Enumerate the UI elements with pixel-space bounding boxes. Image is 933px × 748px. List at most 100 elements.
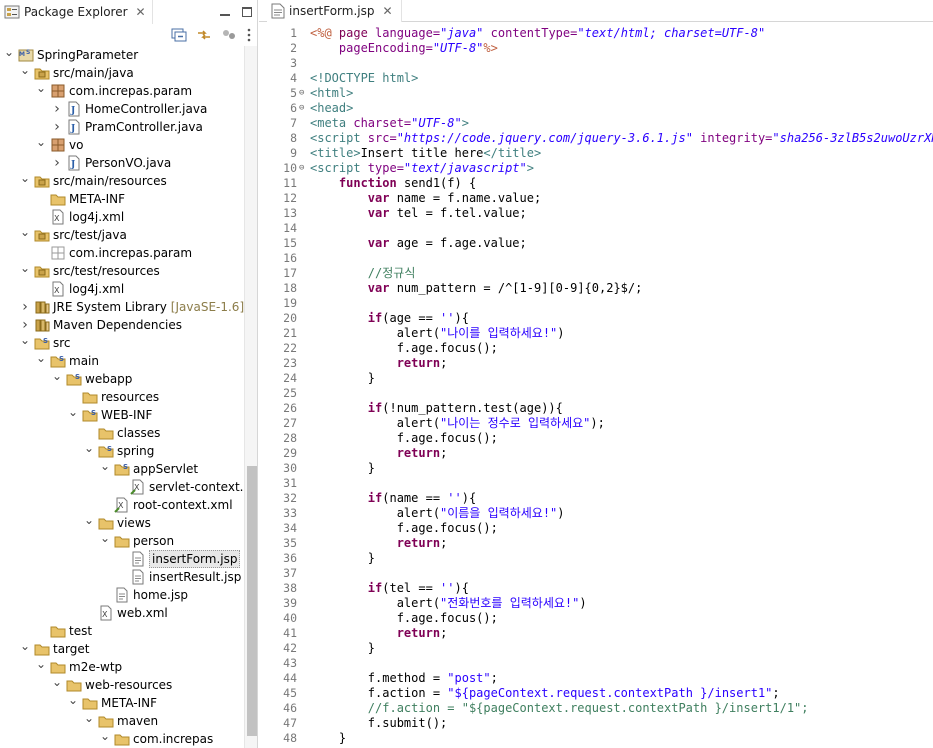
code-line[interactable]: 27 alert("나이는 정수로 입력하세요"); (259, 416, 933, 431)
tree-item[interactable]: ⌄ com.increpas (0, 727, 244, 748)
expanded-chevron-icon[interactable]: ⌄ (84, 439, 94, 457)
tree-item[interactable]: › J HomeController.java (0, 100, 244, 118)
tree-item[interactable]: classes (0, 424, 244, 442)
collapsed-chevron-icon[interactable]: › (20, 298, 30, 316)
tree-item[interactable]: ⌄ M S SpringParameter (0, 43, 244, 64)
code-line[interactable]: 6 ⊖ <head> (259, 101, 933, 116)
code-line[interactable]: 5 ⊖ <html> (259, 86, 933, 101)
code-line[interactable]: 20 if(age == ''){ (259, 311, 933, 326)
collapse-all-icon[interactable] (171, 28, 187, 42)
tree-item[interactable]: Xlog4j.xml (0, 208, 244, 226)
code-line[interactable]: 11 function send1(f) { (259, 176, 933, 191)
collapsed-chevron-icon[interactable]: › (52, 100, 62, 118)
expanded-chevron-icon[interactable]: ⌄ (36, 79, 46, 97)
tree-item[interactable]: insertForm.jsp (0, 550, 244, 568)
code-line[interactable]: 25 (259, 386, 933, 401)
code-line[interactable]: 46 //f.action = "${pageContext.request.c… (259, 701, 933, 716)
code-line[interactable]: 15 var age = f.age.value; (259, 236, 933, 251)
expanded-chevron-icon[interactable]: ⌄ (4, 43, 14, 61)
code-line[interactable]: 16 (259, 251, 933, 266)
code-line[interactable]: 10 ⊖ <script type="text/javascript"> (259, 161, 933, 176)
tree-item[interactable]: Xservlet-context.xml (0, 478, 257, 496)
maximize-icon[interactable] (242, 7, 252, 17)
filter-icon[interactable] (221, 28, 237, 42)
tree-item[interactable]: ⌄ views (0, 511, 244, 532)
code-line[interactable]: 21 alert("나이를 입력하세요!") (259, 326, 933, 341)
expanded-chevron-icon[interactable]: ⌄ (36, 133, 46, 151)
code-line[interactable]: 4 <!DOCTYPE html> (259, 71, 933, 86)
code-line[interactable]: 37 (259, 566, 933, 581)
scrollbar-thumb[interactable] (247, 466, 257, 736)
code-line[interactable]: 47 f.submit(); (259, 716, 933, 731)
tree-item[interactable]: ⌄ META-INF (0, 693, 244, 712)
tree-item[interactable]: ⌄ Sspring (0, 439, 244, 460)
code-line[interactable]: 8 <script src="https://code.jquery.com/jq… (259, 131, 933, 146)
fold-toggle-icon[interactable]: ⊖ (299, 101, 309, 116)
tree-item[interactable]: ⌄ src/test/resources (0, 261, 244, 280)
code-line[interactable]: 41 return; (259, 626, 933, 641)
expanded-chevron-icon[interactable]: ⌄ (36, 655, 46, 673)
code-line[interactable]: 18 var num_pattern = /^[1-9][0-9]{0,2}$/… (259, 281, 933, 296)
collapsed-chevron-icon[interactable]: › (52, 154, 62, 172)
expanded-chevron-icon[interactable]: ⌄ (20, 223, 30, 241)
code-line[interactable]: 19 (259, 296, 933, 311)
code-line[interactable]: 12 var name = f.name.value; (259, 191, 933, 206)
code-line[interactable]: 33 alert("이름을 입력하세요!") (259, 506, 933, 521)
tree-item[interactable]: › JRE System Library [JavaSE-1.6] (0, 298, 244, 316)
expanded-chevron-icon[interactable]: ⌄ (36, 349, 46, 367)
code-line[interactable]: 48 } (259, 731, 933, 746)
expanded-chevron-icon[interactable]: ⌄ (100, 457, 110, 475)
tree-item[interactable]: ⌄ person (0, 531, 244, 550)
expanded-chevron-icon[interactable]: ⌄ (68, 403, 78, 421)
code-line[interactable]: 40 f.age.focus(); (259, 611, 933, 626)
code-line[interactable]: 28 f.age.focus(); (259, 431, 933, 446)
expanded-chevron-icon[interactable]: ⌄ (84, 511, 94, 529)
code-line[interactable]: 17 //정규식 (259, 266, 933, 281)
tree-item[interactable]: home.jsp (0, 586, 244, 604)
view-menu-icon[interactable] (246, 28, 252, 42)
tree-item[interactable]: Xlog4j.xml (0, 280, 244, 298)
tree-item[interactable]: Xroot-context.xml (0, 496, 244, 514)
tab-insertform-jsp[interactable]: insertForm.jsp ✕ (267, 0, 402, 22)
code-line[interactable]: 1 <%@ page language="java" contentType="t… (259, 26, 933, 41)
code-line[interactable]: 36 } (259, 551, 933, 566)
tree-item[interactable]: › Maven Dependencies (0, 316, 244, 334)
code-line[interactable]: 29 return; (259, 446, 933, 461)
tab-package-explorer[interactable]: Package Explorer ✕ (0, 0, 153, 24)
code-line[interactable]: 23 return; (259, 356, 933, 371)
collapsed-chevron-icon[interactable]: › (52, 118, 62, 136)
minimize-icon[interactable] (220, 14, 230, 16)
fold-toggle-icon[interactable]: ⊖ (299, 161, 309, 176)
code-line[interactable]: 39 alert("전화번호를 입력하세요!") (259, 596, 933, 611)
tree-item[interactable]: › J PersonVO.java (0, 154, 244, 172)
code-line[interactable]: 9 <title>Insert title here</title> (259, 146, 933, 161)
tree-item[interactable]: ⌄ web-resources (0, 673, 244, 694)
code-line[interactable]: 44 f.method = "post"; (259, 671, 933, 686)
code-line[interactable]: 30 } (259, 461, 933, 476)
expanded-chevron-icon[interactable]: ⌄ (52, 673, 62, 691)
tree-item[interactable]: ⌄ maven (0, 709, 244, 730)
tree-item[interactable]: ⌄ S WEB-INF (0, 403, 244, 424)
expanded-chevron-icon[interactable]: ⌄ (84, 709, 94, 727)
expanded-chevron-icon[interactable]: ⌄ (20, 61, 30, 79)
tree-item[interactable]: Xweb.xml (0, 604, 244, 622)
expanded-chevron-icon[interactable]: ⌄ (100, 727, 110, 745)
tree-item[interactable]: test (0, 622, 244, 640)
code-line[interactable]: 13 var tel = f.tel.value; (259, 206, 933, 221)
code-line[interactable]: 31 (259, 476, 933, 491)
code-line[interactable]: 45 f.action = "${pageContext.request.con… (259, 686, 933, 701)
close-icon[interactable]: ✕ (382, 4, 392, 18)
expanded-chevron-icon[interactable]: ⌄ (20, 637, 30, 655)
tree-item[interactable]: ⌄ vo (0, 133, 244, 154)
code-line[interactable]: 7 <meta charset="UTF-8"> (259, 116, 933, 131)
tree-item[interactable]: ⌄ Smain (0, 349, 244, 370)
expanded-chevron-icon[interactable]: ⌄ (52, 367, 62, 385)
tree-item[interactable]: ⌄ src/test/java (0, 223, 244, 244)
tree-item[interactable]: ⌄ m2e-wtp (0, 655, 244, 676)
explorer-scrollbar[interactable] (244, 46, 257, 748)
code-area[interactable]: 1 <%@ page language="java" contentType="t… (259, 24, 933, 748)
code-line[interactable]: 38 if(tel == ''){ (259, 581, 933, 596)
code-line[interactable]: 3 (259, 56, 933, 71)
link-with-editor-icon[interactable] (196, 28, 212, 42)
tree-item[interactable]: ⌄ Swebapp (0, 367, 244, 388)
